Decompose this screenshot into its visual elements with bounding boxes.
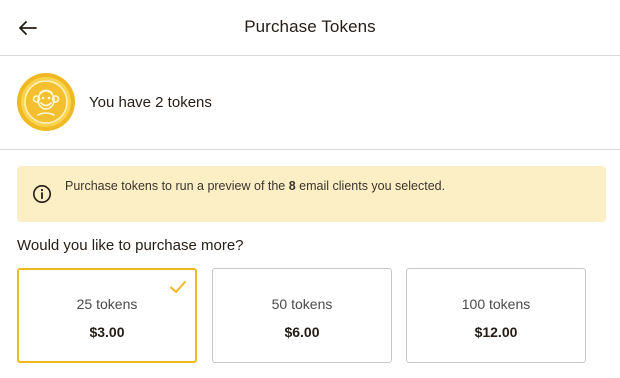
- coin-icon: [17, 73, 75, 131]
- notice-text-start: Purchase tokens to run a preview of the: [65, 179, 289, 193]
- option-amount: 25 tokens: [76, 296, 138, 312]
- notice-text: Purchase tokens to run a preview of the …: [65, 179, 445, 193]
- option-amount: 50 tokens: [271, 296, 333, 312]
- client-count: 8: [288, 179, 296, 193]
- info-icon: [33, 185, 51, 203]
- header: Purchase Tokens: [0, 0, 620, 56]
- page-title: Purchase Tokens: [244, 17, 376, 36]
- option-amount: 100 tokens: [461, 296, 531, 312]
- token-option-50[interactable]: 50 tokens $6.00: [212, 268, 392, 363]
- option-price: $12.00: [474, 324, 518, 340]
- token-balance: You have 2 tokens: [0, 56, 620, 150]
- purchase-tokens-page: Purchase Tokens You have 2 tokens Purcha…: [0, 0, 620, 378]
- notice-text-end: email clients you selected.: [295, 179, 446, 193]
- token-count-text: You have 2 tokens: [89, 94, 212, 111]
- purchase-question: Would you like to purchase more?: [17, 237, 244, 254]
- info-notice: Purchase tokens to run a preview of the …: [17, 166, 606, 222]
- option-price: $6.00: [284, 324, 320, 340]
- option-price: $3.00: [89, 324, 125, 340]
- token-option-25[interactable]: 25 tokens $3.00: [17, 268, 197, 363]
- token-option-100[interactable]: 100 tokens $12.00: [406, 268, 586, 363]
- checkmark-icon: [170, 281, 186, 293]
